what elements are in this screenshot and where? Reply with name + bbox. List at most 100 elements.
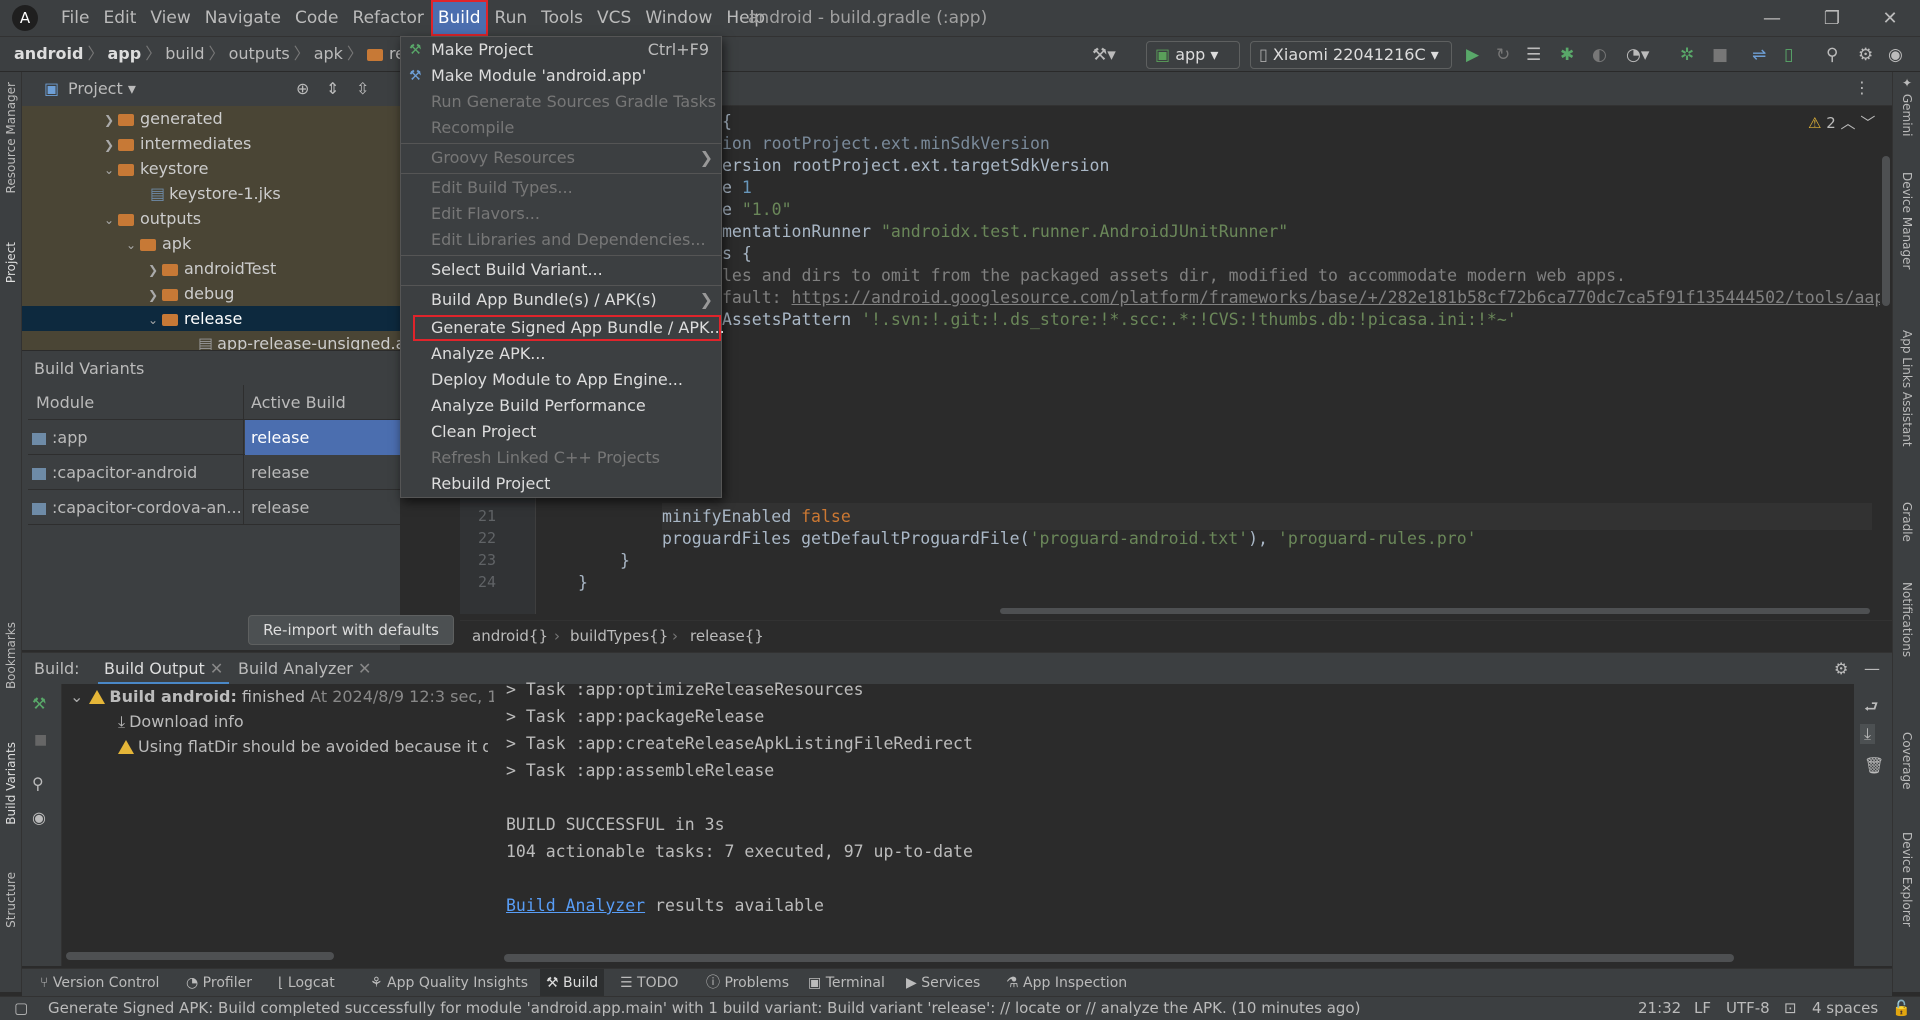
search-icon[interactable]: ⚲ — [1826, 43, 1838, 67]
run-config-select[interactable]: ▣ app ▾ — [1146, 41, 1240, 69]
account-icon[interactable]: ◉ — [1888, 43, 1903, 67]
menu-item-generate-signed[interactable]: Generate Signed App Bundle / APK... — [413, 315, 725, 341]
build-root-node[interactable]: ⌄ Build android: finished At 2024/8/9 12:… — [70, 684, 547, 709]
locate-icon[interactable]: ⊕ — [296, 72, 309, 106]
table-row[interactable]: :capacitor-android release — [28, 455, 400, 490]
reimport-button[interactable]: Re-import with defaults — [248, 615, 454, 645]
coverage-tab[interactable]: Coverage — [1900, 732, 1914, 790]
column-header-module[interactable]: Module — [28, 385, 244, 420]
menu-item-deploy-module[interactable]: Deploy Module to App Engine... — [401, 367, 721, 393]
breadcrumb-apk[interactable]: apk — [314, 44, 343, 63]
scroll-to-end-icon[interactable]: ⤓ — [1860, 724, 1876, 744]
stop-icon[interactable]: ■ — [1712, 43, 1728, 67]
menu-item-clean[interactable]: Clean Project — [401, 419, 721, 445]
line-separator[interactable]: LF — [1694, 997, 1711, 1020]
menu-item-recompile[interactable]: Recompile — [401, 115, 721, 141]
profiler-tab[interactable]: ◔ Profiler — [186, 969, 252, 997]
tree-item-intermediates[interactable]: ❯ intermediates — [22, 131, 400, 156]
warning-node[interactable]: Using flatDir should be avoided because … — [118, 734, 488, 759]
indent-setting[interactable]: 4 spaces — [1812, 997, 1878, 1020]
gradle-tab[interactable]: Gradle — [1900, 502, 1914, 542]
tree-item-outputs[interactable]: ⌄ outputs — [22, 206, 400, 231]
table-row[interactable]: :capacitor-cordova-an... release — [28, 490, 400, 525]
menu-item-analyze-apk[interactable]: Analyze APK... — [401, 341, 721, 367]
app-links-tab[interactable]: App Links Assistant — [1900, 330, 1914, 447]
pin-icon[interactable]: ⚲ — [32, 774, 44, 793]
build-variants-tab[interactable]: Build Variants — [4, 742, 18, 825]
tree-item-release[interactable]: ⌄ release — [22, 306, 400, 331]
restore-button[interactable]: ❐ — [1802, 0, 1862, 36]
crumb-release[interactable]: release{} — [690, 621, 764, 651]
profile-icon[interactable]: ◔▾ — [1626, 43, 1649, 67]
menu-item-groovy[interactable]: Groovy Resources ❯ — [401, 145, 721, 171]
project-tab[interactable]: Project — [4, 242, 18, 283]
menu-code[interactable]: Code — [288, 0, 346, 36]
minimize-button[interactable]: — — [1742, 0, 1802, 36]
logcat-tab[interactable]: ⌊ Logcat — [278, 969, 335, 997]
column-header-variant[interactable]: Active Build Variant — [245, 385, 401, 447]
menu-refactor[interactable]: Refactor — [346, 0, 431, 36]
build-tab[interactable]: ⚒ Build — [540, 969, 605, 997]
breadcrumb-android[interactable]: android — [14, 44, 83, 63]
tree-item-generated[interactable]: ❯ generated — [22, 106, 400, 131]
terminal-tab[interactable]: ▣ Terminal — [808, 969, 885, 997]
variant-select[interactable]: release — [245, 455, 401, 490]
stop-icon[interactable]: ■ — [34, 732, 47, 748]
status-toggle-icon[interactable]: ▢ — [14, 997, 28, 1020]
settings-icon[interactable]: ⚙ — [1858, 43, 1873, 67]
tree-item-debug[interactable]: ❯ debug — [22, 281, 400, 306]
menu-window[interactable]: Window — [638, 0, 719, 36]
resource-manager-tab[interactable]: Resource Manager — [4, 82, 18, 193]
eye-icon[interactable]: ◉ — [32, 808, 46, 827]
download-info-node[interactable]: ⤓ Download info — [118, 709, 244, 734]
tree-item-apk[interactable]: ⌄ apk — [22, 231, 400, 256]
menu-vcs[interactable]: VCS — [590, 0, 638, 36]
structure-tab[interactable]: Structure — [4, 872, 18, 928]
menu-item-run-generate[interactable]: Run Generate Sources Gradle Tasks — [401, 89, 721, 115]
menu-item-edit-libraries[interactable]: Edit Libraries and Dependencies... — [401, 227, 721, 253]
horizontal-scrollbar[interactable] — [66, 952, 334, 960]
menu-run[interactable]: Run — [488, 0, 535, 36]
todo-tab[interactable]: ☰ TODO — [620, 969, 678, 997]
variant-select[interactable]: release — [245, 490, 401, 525]
collapse-all-icon[interactable]: ⇳ — [356, 72, 369, 106]
lock-icon[interactable]: 🔓 — [1892, 997, 1911, 1020]
file-encoding[interactable]: UTF-8 — [1726, 997, 1770, 1020]
app-inspection-tab[interactable]: ⚗ App Inspection — [1006, 969, 1127, 997]
close-button[interactable]: ✕ — [1860, 0, 1920, 36]
menu-item-build-bundle[interactable]: Build App Bundle(s) / APK(s) ❯ — [401, 287, 721, 313]
apply-changes-icon[interactable]: ☰ — [1526, 43, 1541, 67]
build-console[interactable]: > Task :app:optimizeReleaseResources > T… — [494, 680, 1854, 966]
crumb-android[interactable]: android{} — [472, 621, 548, 651]
expand-all-icon[interactable]: ⇕ — [326, 72, 339, 106]
device-manager-tab[interactable]: Device Manager — [1900, 172, 1914, 269]
menu-item-make-module[interactable]: ⚒ Make Module 'android.app' — [401, 63, 721, 89]
clear-icon[interactable]: 🗑 — [1864, 756, 1884, 775]
comment-link[interactable]: https://android.googlesource.com/platfor… — [792, 288, 1880, 307]
menu-view[interactable]: View — [143, 0, 197, 36]
sync-gradle-icon[interactable]: ⇌ — [1752, 43, 1766, 67]
table-row[interactable]: :app release — [28, 420, 401, 455]
bookmarks-tab[interactable]: Bookmarks — [4, 622, 18, 689]
more-icon[interactable]: ⋮ — [1854, 78, 1870, 97]
tree-item-keystore[interactable]: ⌄ keystore — [22, 156, 400, 181]
tab-build-output[interactable]: Build Output ✕ — [98, 653, 230, 685]
menu-item-rebuild[interactable]: Rebuild Project — [401, 471, 721, 497]
menu-tools[interactable]: Tools — [534, 0, 590, 36]
menu-item-edit-build-types[interactable]: Edit Build Types... — [401, 175, 721, 201]
app-quality-insights-tab[interactable]: ⚘ App Quality Insights — [370, 969, 528, 997]
debug-icon[interactable]: ✱ — [1560, 43, 1574, 67]
run-icon[interactable]: ▶ — [1466, 43, 1479, 67]
device-mirror-icon[interactable]: ▯ — [1784, 43, 1793, 67]
panel-settings-icon[interactable]: ⚙ — [1834, 653, 1848, 685]
editorconfig-icon[interactable]: ⊡ — [1784, 997, 1797, 1020]
menu-item-refresh-cpp[interactable]: Refresh Linked C++ Projects — [401, 445, 721, 471]
attach-debugger-icon[interactable]: ◐ — [1592, 43, 1607, 67]
problems-tab[interactable]: ⓘ Problems — [706, 969, 789, 997]
breadcrumb-outputs[interactable]: outputs — [229, 44, 290, 63]
menu-file[interactable]: File — [54, 0, 96, 36]
caret-position[interactable]: 21:32 — [1638, 997, 1681, 1020]
hammer-dropdown-icon[interactable]: ⚒▾ — [1092, 43, 1116, 67]
version-control-tab[interactable]: ⑂ Version Control — [40, 969, 159, 997]
tab-build-analyzer[interactable]: Build Analyzer ✕ — [238, 653, 371, 685]
